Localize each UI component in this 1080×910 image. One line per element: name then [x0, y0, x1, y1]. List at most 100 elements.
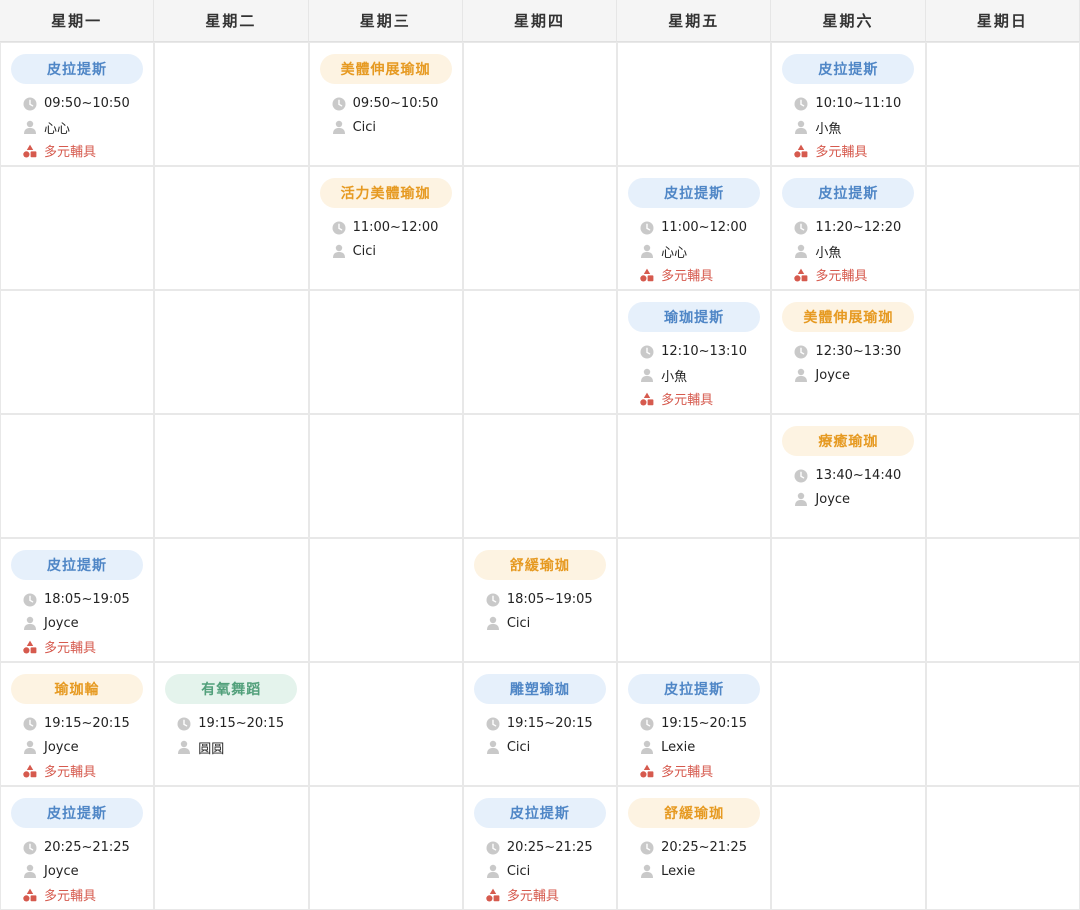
class-teacher: Cici	[352, 243, 377, 259]
class-props-row: 多元輔具	[11, 883, 143, 907]
shapes-icon	[794, 144, 808, 158]
class-name-button[interactable]: 雕塑瑜珈	[473, 674, 606, 704]
class-teacher: Joyce	[815, 491, 851, 507]
day-header: 星期二	[154, 0, 309, 42]
day-header: 星期三	[308, 0, 463, 42]
class-props-tag: 多元輔具	[661, 269, 714, 285]
clock-icon	[23, 841, 37, 855]
class-name-button[interactable]: 皮拉提斯	[628, 178, 761, 208]
class-props-row: 多元輔具	[782, 139, 914, 163]
class-teacher-row: 圓圓	[165, 736, 297, 760]
class-name-button[interactable]: 瑜珈輪	[11, 674, 143, 704]
class-teacher-row: Lexie	[628, 736, 760, 760]
class-name-button[interactable]: 活力美體瑜珈	[319, 178, 452, 208]
class-teacher: 小魚	[815, 245, 842, 261]
empty-schedule-cell	[772, 663, 925, 785]
class-props-row: 多元輔具	[11, 759, 143, 783]
class-name-button[interactable]: 美體伸展瑜珈	[782, 302, 915, 332]
class-teacher-row: Cici	[320, 116, 452, 140]
class-card: 皮拉提斯 11:00~12:00 心心 多元輔具	[618, 167, 771, 289]
shapes-icon	[23, 640, 37, 654]
class-teacher: Cici	[352, 119, 377, 135]
class-teacher-row: 小魚	[782, 116, 914, 140]
weekly-schedule-grid: 星期一 星期二 星期三 星期四 星期五 星期六 星期日 皮拉提斯 09:50~10:50 心心 多元…	[0, 0, 1080, 910]
class-time: 18:05~19:05	[44, 592, 130, 608]
class-name-button[interactable]: 舒緩瑜珈	[473, 550, 606, 580]
class-name-button[interactable]: 皮拉提斯	[782, 178, 915, 208]
empty-schedule-cell	[463, 167, 617, 289]
class-time: 19:15~20:15	[506, 716, 593, 732]
shapes-icon	[486, 888, 500, 902]
class-name-button[interactable]: 皮拉提斯	[11, 550, 143, 580]
class-name-button[interactable]: 瑜珈提斯	[628, 302, 761, 332]
class-name-button[interactable]: 皮拉提斯	[11, 798, 143, 828]
clock-icon	[23, 717, 37, 731]
person-icon	[795, 493, 808, 507]
class-time: 09:50~10:50	[352, 96, 439, 112]
empty-schedule-cell	[1, 291, 154, 413]
empty-schedule-cell	[463, 415, 617, 537]
class-name-button[interactable]: 皮拉提斯	[11, 54, 143, 84]
class-teacher: Lexie	[661, 863, 696, 879]
shapes-icon	[640, 268, 654, 282]
class-teacher: Cici	[506, 615, 531, 631]
clock-icon	[23, 593, 37, 607]
class-time: 13:40~14:40	[815, 468, 902, 484]
class-card: 有氧舞蹈 19:15~20:15 圓圓	[155, 663, 308, 785]
empty-schedule-cell	[155, 291, 308, 413]
person-icon	[24, 865, 36, 879]
class-time: 19:15~20:15	[198, 716, 285, 732]
empty-schedule-cell	[309, 291, 462, 413]
day-header: 星期六	[771, 0, 926, 42]
class-name-button[interactable]: 有氧舞蹈	[165, 674, 298, 704]
clock-icon	[486, 717, 500, 731]
empty-schedule-cell	[309, 415, 462, 537]
class-time-row: 12:30~13:30	[782, 340, 914, 364]
empty-schedule-cell	[772, 787, 925, 909]
class-card: 舒緩瑜珈 18:05~19:05 Cici	[463, 539, 617, 661]
class-time: 19:15~20:15	[661, 716, 747, 732]
person-icon	[486, 865, 499, 879]
class-time: 11:00~12:00	[352, 220, 439, 236]
class-teacher: 心心	[44, 121, 71, 137]
clock-icon	[486, 841, 500, 855]
shapes-icon	[794, 268, 808, 282]
class-name-button[interactable]: 舒緩瑜珈	[628, 798, 761, 828]
class-name-button[interactable]: 美體伸展瑜珈	[319, 54, 452, 84]
clock-icon	[332, 97, 346, 111]
class-teacher-row: 小魚	[782, 240, 914, 264]
class-props-row: 多元輔具	[782, 263, 914, 287]
class-props-tag: 多元輔具	[815, 145, 868, 161]
empty-schedule-cell	[772, 539, 925, 661]
class-name-button[interactable]: 療癒瑜珈	[782, 426, 915, 456]
empty-schedule-cell	[463, 43, 617, 165]
class-teacher: Joyce	[44, 739, 79, 755]
class-props-tag: 多元輔具	[661, 765, 714, 781]
class-name-button[interactable]: 皮拉提斯	[628, 674, 761, 704]
class-props-row: 多元輔具	[11, 635, 143, 659]
clock-icon	[640, 841, 654, 855]
person-icon	[24, 741, 36, 755]
empty-schedule-cell	[155, 43, 308, 165]
class-teacher: 小魚	[815, 121, 842, 137]
class-card: 皮拉提斯 20:25~21:25 Joyce 多元輔具	[1, 787, 154, 909]
class-time: 19:15~20:15	[44, 716, 130, 732]
class-card: 瑜珈提斯 12:10~13:10 小魚 多元輔具	[618, 291, 771, 413]
person-icon	[486, 741, 499, 755]
clock-icon	[640, 345, 654, 359]
clock-icon	[794, 469, 808, 483]
class-teacher-row: Joyce	[11, 612, 143, 636]
class-card: 美體伸展瑜珈 09:50~10:50 Cici	[309, 43, 462, 165]
class-name-button[interactable]: 皮拉提斯	[473, 798, 606, 828]
class-time-row: 20:25~21:25	[11, 836, 143, 860]
person-icon	[486, 617, 499, 631]
class-teacher: Cici	[506, 739, 531, 755]
person-icon	[178, 741, 191, 755]
day-header: 星期五	[617, 0, 772, 42]
class-props-row: 多元輔具	[474, 883, 606, 907]
class-name-button[interactable]: 皮拉提斯	[782, 54, 915, 84]
class-card: 活力美體瑜珈 11:00~12:00 Cici	[309, 167, 462, 289]
person-icon	[641, 741, 654, 755]
class-time-row: 09:50~10:50	[11, 92, 143, 116]
person-icon	[24, 121, 36, 135]
